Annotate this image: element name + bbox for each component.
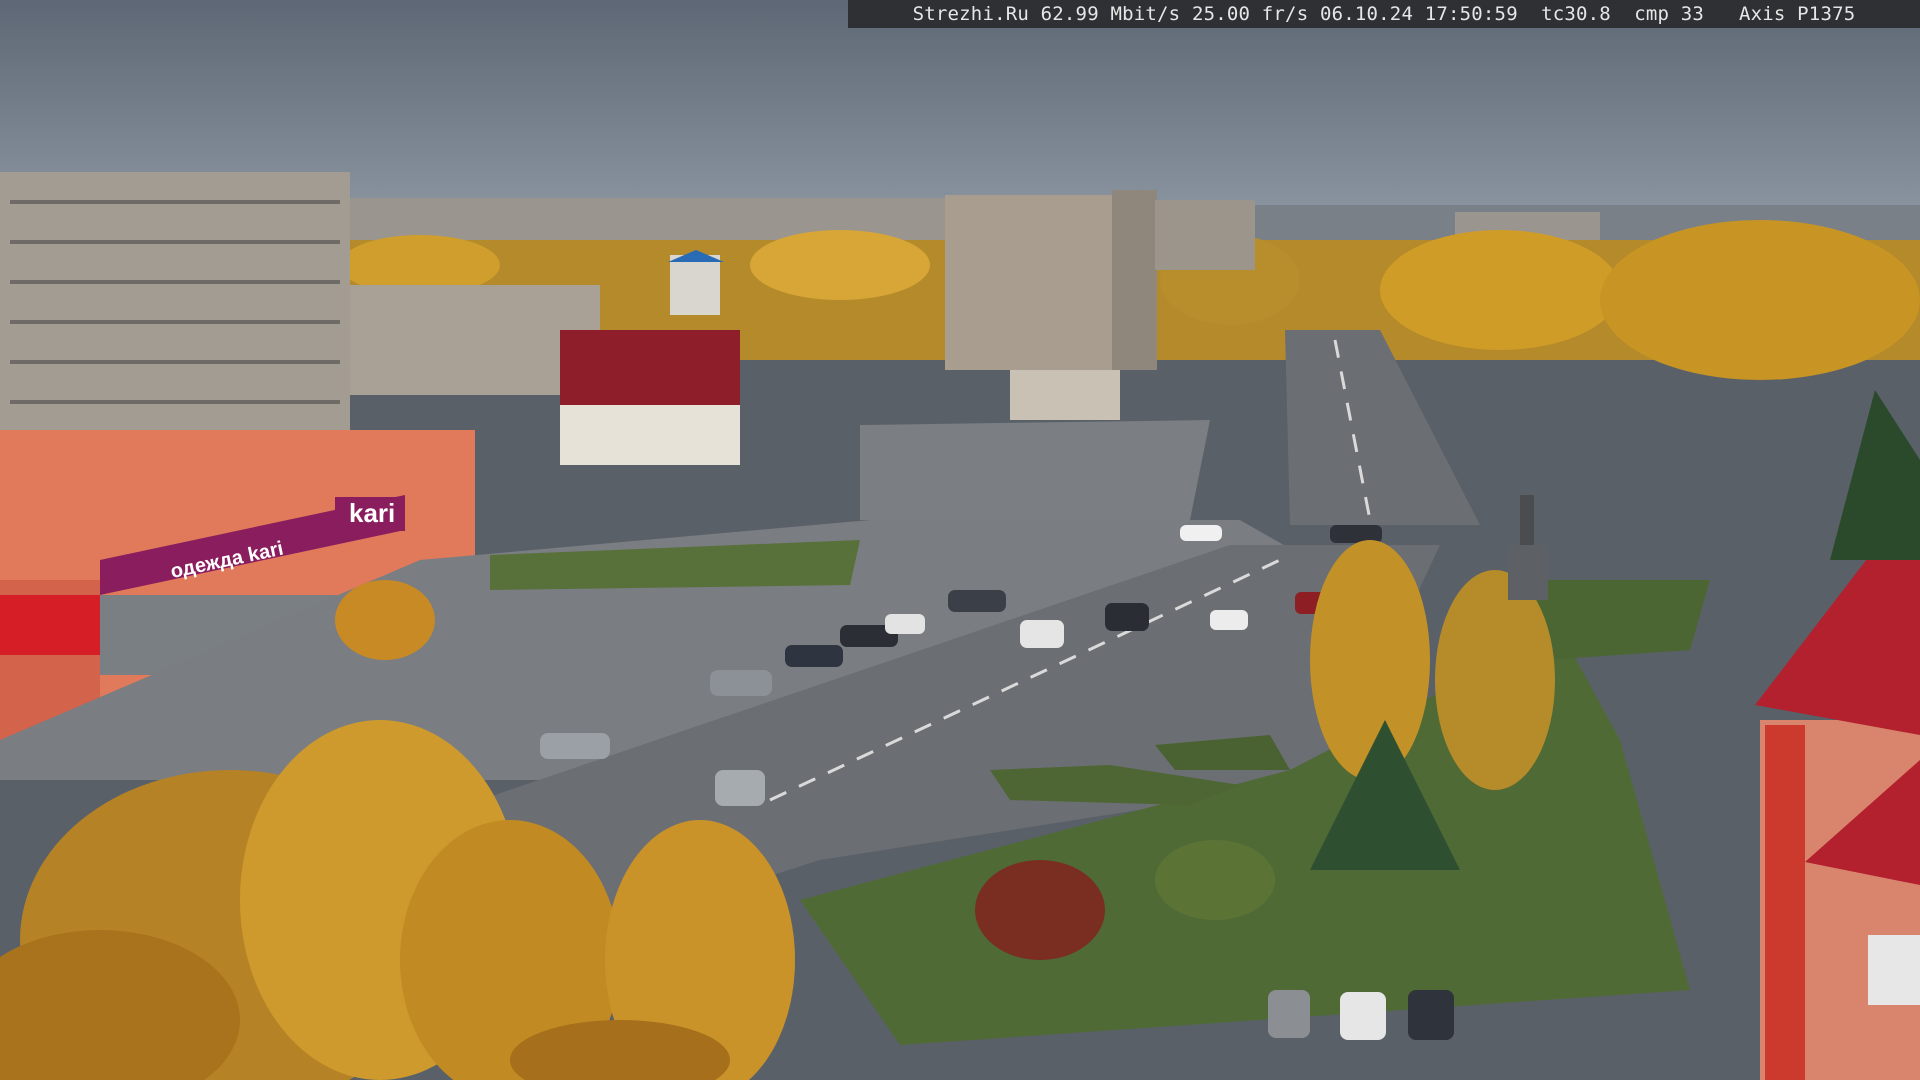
webcam-city-view: kari одежда kari (0, 0, 1920, 1080)
building-right-red-roof (1755, 555, 1920, 1080)
parking-lot-center (860, 420, 1210, 520)
monument (1508, 495, 1548, 600)
store-logo-text: kari (349, 498, 395, 528)
parked-cars (1268, 990, 1454, 1040)
camera-stream-overlay: Strezhi.Ru 62.99 Mbit/s 25.00 fr/s 06.10… (848, 0, 1920, 28)
